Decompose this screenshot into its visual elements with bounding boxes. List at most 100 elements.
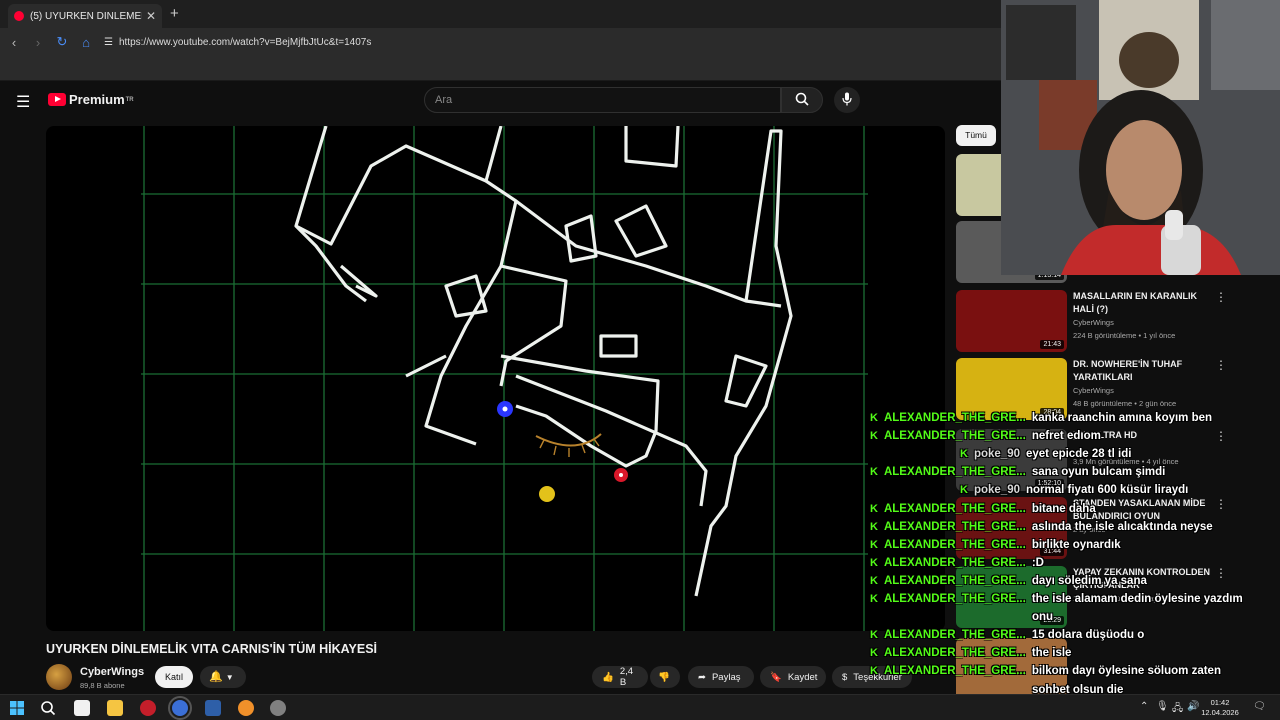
obs-app-icon[interactable]	[270, 700, 286, 716]
chat-text: birlikte oynardık	[1031, 538, 1121, 551]
search-taskbar-icon[interactable]	[40, 700, 56, 716]
logo-text: Premium	[69, 92, 125, 107]
address-bar[interactable]: ☰ https://www.youtube.com/watch?v=BejMjf…	[104, 37, 371, 48]
clock-time: 01:42	[1210, 698, 1230, 707]
video-thumbnail[interactable]: 21:43	[956, 290, 1067, 352]
logo-country: TR	[125, 96, 134, 103]
windows-taskbar: ⌃ 🎙 🖧 🔊 01:42 12.04.2026 🗨	[0, 694, 1280, 720]
chat-username: ALEXANDER_THE_GRE...	[883, 466, 1026, 479]
file-explorer-icon[interactable]	[107, 700, 123, 716]
chat-username: ALEXANDER_THE_GRE...	[883, 556, 1026, 569]
recommended-title[interactable]: MASALLARIN EN KARANLIK HALİ (?)	[1073, 290, 1213, 316]
home-icon[interactable]: ⌂	[74, 35, 98, 50]
kick-badge-icon: K	[870, 556, 878, 569]
thumbs-up-icon: 👍	[602, 671, 614, 683]
tray-mic-icon[interactable]: 🎙	[1156, 701, 1169, 712]
tab-close-icon[interactable]: ✕	[146, 9, 156, 23]
app-icon-blue[interactable]	[205, 700, 221, 716]
kick-badge-icon: K	[870, 430, 878, 443]
site-info-icon[interactable]: ☰	[104, 37, 113, 48]
recommended-title[interactable]: DR. NOWHERE'İN TUHAF YARATIKLARI	[1073, 358, 1213, 384]
chat-message: Kpoke_90 normal fiyatı 600 küsür liraydı	[960, 484, 1188, 502]
search-input[interactable]: Ara	[424, 87, 781, 113]
more-options-icon[interactable]: ⋮	[1215, 566, 1227, 580]
kick-badge-icon: K	[960, 448, 968, 461]
kick-badge-icon: K	[870, 466, 878, 479]
youtube-play-icon	[48, 93, 66, 106]
chat-username: ALEXANDER_THE_GRE...	[883, 647, 1026, 660]
chat-text: the isle	[1031, 647, 1072, 660]
video-duration: 21:43	[1040, 340, 1064, 349]
save-button[interactable]: 🔖 Kaydet	[760, 666, 826, 688]
chat-text: eyet epicde 28 tl idi	[1025, 448, 1132, 461]
chat-text: sana oyun bulcam şimdi	[1031, 466, 1166, 479]
channel-name[interactable]: CyberWings	[80, 666, 144, 678]
chat-username: ALEXANDER_THE_GRE...	[883, 574, 1026, 587]
chat-message: K ALEXANDER_THE_GRE... bilkom dayı öylesin…	[870, 665, 1221, 683]
voice-search-button[interactable]	[834, 87, 860, 113]
menu-icon[interactable]: ☰	[16, 92, 30, 112]
recommended-video[interactable]: 21:43 MASALLARIN EN KARANLIK HALİ (?) ⋮ Cyb…	[956, 290, 1276, 356]
chat-message: K ALEXANDER_THE_GRE... the isle	[870, 647, 1071, 665]
chat-username: ALEXANDER_THE_GRE...	[883, 593, 1026, 605]
more-options-icon[interactable]: ⋮	[1215, 497, 1227, 511]
bookmark-icon: 🔖	[770, 671, 782, 683]
back-icon[interactable]: ‹	[2, 35, 26, 50]
join-button[interactable]: Katıl	[155, 666, 193, 688]
chat-username: poke_90	[973, 484, 1020, 497]
recommended-channel[interactable]: CyberWings	[1073, 386, 1114, 395]
volume-icon[interactable]: 🔊	[1187, 701, 1199, 712]
thanks-icon: $	[842, 671, 848, 683]
save-label: Kaydet	[787, 671, 818, 683]
video-player[interactable]	[46, 126, 945, 631]
notification-icon[interactable]: 🗨	[1253, 701, 1266, 712]
youtube-favicon-icon	[14, 11, 24, 21]
chat-message: K ALEXANDER_THE_GRE... the isle alamam ded…	[870, 593, 1243, 611]
new-tab-button[interactable]: +	[170, 5, 179, 22]
recommended-channel[interactable]: CyberWings	[1073, 318, 1114, 327]
share-button[interactable]: ➦ Paylaş	[688, 666, 754, 688]
kick-badge-icon: K	[870, 574, 878, 587]
chat-username: ALEXANDER_THE_GRE...	[883, 665, 1026, 678]
system-clock[interactable]: 01:42 12.04.2026	[1200, 698, 1240, 718]
tab-title: (5) UYURKEN DİNLEMELİK V	[30, 10, 142, 22]
chrome-canary-icon[interactable]	[238, 700, 254, 716]
chat-text: aslında the isle alıcaktında neyse	[1031, 520, 1213, 533]
chat-text: onu	[1032, 611, 1054, 624]
video-thumbnail[interactable]: 28:04	[956, 358, 1067, 420]
reload-icon[interactable]: ↻	[50, 34, 74, 50]
notification-bell-button[interactable]: 🔔 ▼	[200, 666, 246, 688]
kick-badge-icon: K	[960, 484, 968, 497]
chat-username: ALEXANDER_THE_GRE...	[883, 629, 1026, 642]
yellow-marker	[539, 486, 555, 502]
tray-expand-icon[interactable]: ⌃	[1140, 701, 1148, 712]
browser-tab[interactable]: (5) UYURKEN DİNLEMELİK V ✕	[8, 4, 162, 28]
chat-message: K ALEXANDER_THE_GRE... sana oyun bulcam şi…	[870, 466, 1165, 484]
eye-symbol-icon	[535, 433, 602, 447]
thumbs-down-icon: 👎	[658, 671, 670, 683]
search-button[interactable]	[781, 87, 823, 113]
chat-text: kanka raanchin amına koyım ben	[1031, 412, 1213, 424]
forward-icon[interactable]: ›	[26, 35, 50, 50]
filter-chip-all[interactable]: Tümü	[956, 125, 996, 146]
webcam-image	[1001, 0, 1280, 275]
more-options-icon[interactable]: ⋮	[1215, 358, 1227, 372]
youtube-logo[interactable]: Premium TR	[48, 92, 134, 107]
more-options-icon[interactable]: ⋮	[1215, 290, 1227, 304]
like-button[interactable]: 👍 2,4 B	[592, 666, 648, 688]
antivirus-app-icon[interactable]	[140, 700, 156, 716]
chat-username: ALEXANDER_THE_GRE...	[883, 502, 1026, 515]
video-title: UYURKEN DİNLEMELİK VITA CARNIS'İN TÜM Hİ…	[46, 642, 377, 656]
chat-message: K ALEXANDER_THE_GRE... aslında the isle al…	[870, 521, 1213, 539]
more-options-icon[interactable]: ⋮	[1215, 429, 1227, 443]
youtube-header: ☰ Premium TR Ara	[0, 81, 1000, 121]
chat-text: :D	[1031, 556, 1044, 569]
chat-username: ALEXANDER_THE_GRE...	[883, 412, 1026, 424]
kick-badge-icon: K	[870, 593, 878, 605]
network-icon[interactable]: 🖧	[1172, 701, 1183, 718]
dislike-button[interactable]: 👎	[650, 666, 680, 688]
browser-app-icon[interactable]	[168, 696, 192, 720]
calendar-app-icon[interactable]	[74, 700, 90, 716]
windows-start-icon[interactable]	[9, 700, 25, 716]
channel-avatar[interactable]	[46, 664, 72, 690]
